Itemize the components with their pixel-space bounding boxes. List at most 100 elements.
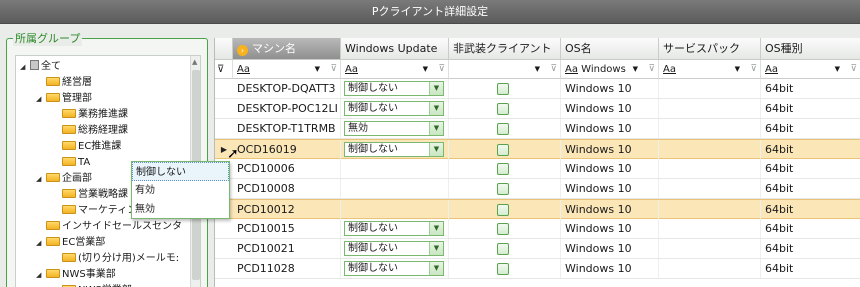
tree-item[interactable]: ◢ 管理部 <box>36 92 92 105</box>
chevron-down-icon[interactable]: ▼ <box>429 262 443 275</box>
dropdown-option[interactable]: 有効 <box>132 181 229 200</box>
filter-machine[interactable]: Aa ▼ ⊽ <box>233 60 341 79</box>
filter-icon[interactable]: ⊽ <box>438 60 445 79</box>
table-row[interactable]: DESKTOP-T1TRMB 無効 ▼ Windows 10 64bit <box>215 119 860 139</box>
column-header-os-name[interactable]: OS名 <box>561 38 659 60</box>
chevron-down-icon[interactable]: ▼ <box>735 60 740 79</box>
scroll-up-icon[interactable]: ▲ <box>192 58 197 66</box>
filter-icon[interactable]: ⊽ <box>850 60 857 79</box>
table-row[interactable]: DESKTOP-POC12LI 制御しない ▼ Windows 10 64bit <box>215 99 860 119</box>
filter-unarmed-client[interactable]: ▼ ⊽ <box>449 60 561 79</box>
tree-item[interactable]: 総務経理課 <box>52 124 128 137</box>
cell-os-type: 64bit <box>761 239 860 258</box>
windows-update-select[interactable]: 制御しない ▼ <box>344 221 444 236</box>
sort-asc-icon: › <box>237 45 248 56</box>
chevron-down-icon[interactable]: ▼ <box>429 242 443 255</box>
tree-item[interactable]: インサイドセールスセンタ <box>36 220 182 233</box>
table-row[interactable]: PCD10006 Windows 10 64bit <box>215 159 860 179</box>
dropdown-option[interactable]: 制御しない <box>132 162 229 181</box>
chevron-down-icon[interactable]: ▼ <box>429 143 443 156</box>
table-row[interactable]: PCD11028 制御しない ▼ Windows 10 64bit <box>215 259 860 279</box>
cell-os-name: Windows 10 <box>561 179 659 198</box>
unarmed-client-checkbox[interactable] <box>497 183 509 195</box>
chevron-down-icon[interactable]: ▼ <box>429 222 443 235</box>
dropdown-option[interactable]: 無効 <box>132 200 229 219</box>
mouse-cursor-icon: ➚ <box>227 146 239 162</box>
unarmed-client-checkbox[interactable] <box>497 103 509 115</box>
windows-update-select[interactable]: 無効 ▼ <box>344 121 444 136</box>
tree-item[interactable]: ◢ 企画部 <box>36 172 92 185</box>
filter-icon[interactable]: ⊽ <box>550 60 557 79</box>
windows-update-value: 無効 <box>348 123 368 134</box>
tree-item-label: 営業戦略課 <box>78 189 128 200</box>
cell-os-name: Windows 10 <box>561 259 659 278</box>
row-indicator[interactable] <box>215 239 233 258</box>
unarmed-client-checkbox[interactable] <box>497 263 509 275</box>
filter-os-type[interactable]: Aa ▼ ⊽ <box>761 60 860 79</box>
tree-item[interactable]: ◢ EC営業部 <box>36 236 105 249</box>
tree-item[interactable]: ◢ 全て <box>20 60 61 73</box>
table-row[interactable]: ▶ OCD16019 制御しない ▼ Windows 10 64bit <box>215 139 860 159</box>
column-header-windows-update[interactable]: Windows Update <box>341 38 449 60</box>
table-row[interactable]: PCD10012 Windows 10 64bit <box>215 199 860 219</box>
windows-update-select[interactable]: 制御しない ▼ <box>344 261 444 276</box>
cell-service-pack <box>659 219 761 238</box>
chevron-down-icon[interactable]: ▼ <box>429 122 443 135</box>
column-header-unarmed-client[interactable]: 非武装クライアント <box>449 38 561 60</box>
windows-update-select[interactable]: 制御しない ▼ <box>344 101 444 116</box>
column-header-machine[interactable]: › マシン名 <box>233 38 341 60</box>
filter-windows-update[interactable]: Aa ▼ ⊽ <box>341 60 449 79</box>
unarmed-client-checkbox[interactable] <box>497 163 509 175</box>
unarmed-client-checkbox[interactable] <box>497 123 509 135</box>
tree-item[interactable]: TA <box>52 156 90 169</box>
filter-windows-update-mode: Aa <box>345 64 358 75</box>
windows-update-select[interactable]: 制御しない ▼ <box>344 241 444 256</box>
tree-item[interactable]: EC推進課 <box>52 140 121 153</box>
table-row[interactable]: PCD10015 制御しない ▼ Windows 10 64bit <box>215 219 860 239</box>
windows-update-select[interactable]: 制御しない ▼ <box>344 81 444 96</box>
filter-icon[interactable]: ⊽ <box>750 60 757 79</box>
filter-icon[interactable]: ⊽ <box>330 60 337 79</box>
windows-update-dropdown-list[interactable]: 制御しない 有効 無効 <box>131 161 230 219</box>
chevron-down-icon[interactable]: ▼ <box>315 60 320 79</box>
expand-triangle-icon[interactable]: ◢ <box>36 269 46 282</box>
chevron-down-icon[interactable]: ▼ <box>423 60 428 79</box>
chevron-down-icon[interactable]: ▼ <box>429 102 443 115</box>
unarmed-client-checkbox[interactable] <box>497 243 509 255</box>
table-row[interactable]: PCD10008 Windows 10 64bit <box>215 179 860 199</box>
row-indicator[interactable] <box>215 119 233 138</box>
windows-update-select[interactable]: 制御しない ▼ <box>344 142 444 157</box>
unarmed-client-checkbox[interactable] <box>497 144 509 156</box>
group-panel-legend: 所属グループ <box>13 30 83 46</box>
clear-filter-icon[interactable]: ⊽ <box>215 60 233 79</box>
expand-triangle-icon[interactable]: ◢ <box>36 93 46 106</box>
chevron-down-icon[interactable]: ▼ <box>535 60 540 79</box>
tree-item[interactable]: ◢ NWS事業部 <box>36 268 116 281</box>
filter-service-pack[interactable]: Aa ▼ ⊽ <box>659 60 761 79</box>
column-header-windows-update-label: Windows Update <box>345 42 438 55</box>
tree-item[interactable]: (切り分け用)メールモ: <box>52 252 179 265</box>
row-indicator[interactable] <box>215 79 233 98</box>
cell-windows-update <box>341 179 449 198</box>
tree-item[interactable]: 営業戦略課 <box>52 188 128 201</box>
chevron-down-icon[interactable]: ▼ <box>633 60 638 79</box>
tree-item[interactable]: 業務推進課 <box>52 108 128 121</box>
column-header-os-type[interactable]: OS種別 <box>761 38 860 60</box>
column-header-service-pack[interactable]: サービスパック <box>659 38 761 60</box>
table-row[interactable]: PCD10021 制御しない ▼ Windows 10 64bit <box>215 239 860 259</box>
row-indicator[interactable] <box>215 219 233 238</box>
filter-icon[interactable]: ⊽ <box>648 60 655 79</box>
filter-os-name[interactable]: Aa Windows ▼ ⊽ <box>561 60 659 79</box>
unarmed-client-checkbox[interactable] <box>497 204 509 216</box>
expand-triangle-icon[interactable]: ◢ <box>36 237 46 250</box>
unarmed-client-checkbox[interactable] <box>497 223 509 235</box>
expand-triangle-icon[interactable]: ◢ <box>20 61 30 74</box>
chevron-down-icon[interactable]: ▼ <box>835 60 840 79</box>
row-indicator[interactable] <box>215 99 233 118</box>
chevron-down-icon[interactable]: ▼ <box>429 82 443 95</box>
unarmed-client-checkbox[interactable] <box>497 83 509 95</box>
table-row[interactable]: DESKTOP-DQATT3 制御しない ▼ Windows 10 64bit <box>215 79 860 99</box>
tree-item[interactable]: 経営層 <box>36 76 92 89</box>
expand-triangle-icon[interactable]: ◢ <box>36 173 46 186</box>
row-indicator[interactable] <box>215 259 233 278</box>
